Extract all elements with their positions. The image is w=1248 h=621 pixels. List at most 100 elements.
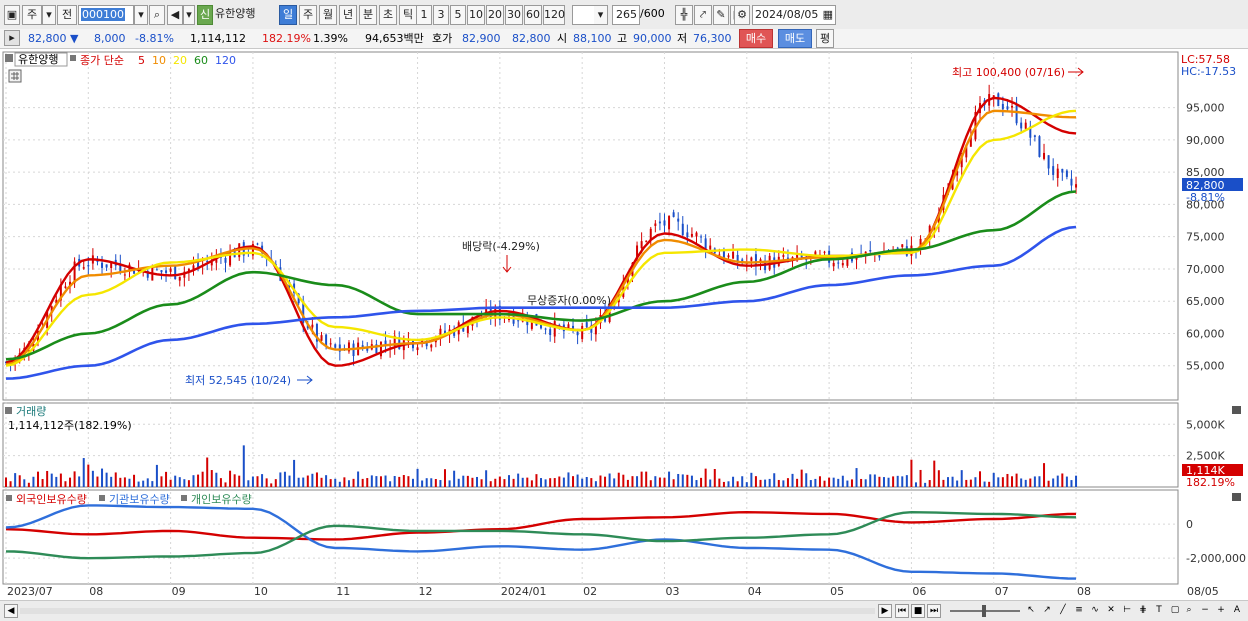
trend-icon[interactable]: ↗	[1040, 604, 1054, 618]
period-tab-1[interactable]: 주	[299, 5, 317, 25]
channel-icon[interactable]: ⋕	[1136, 604, 1150, 618]
volume-bar	[1029, 478, 1032, 487]
line-tool-icon[interactable]: ╱	[1056, 604, 1070, 618]
interval-tab-120[interactable]: 120	[543, 5, 565, 25]
scroll-track[interactable]	[20, 608, 875, 614]
volume-bar	[174, 475, 177, 487]
chart-menu-icon[interactable]: ▣	[4, 5, 20, 25]
candle-body	[677, 218, 680, 222]
volume-bar	[690, 475, 693, 487]
stop-icon[interactable]: ■	[911, 604, 925, 618]
volume-bar	[494, 478, 497, 487]
volume-bar	[78, 476, 81, 487]
volume-bar	[777, 479, 780, 487]
volume-close-icon[interactable]	[1232, 406, 1241, 414]
hc-label: HC:-17.53	[1181, 65, 1236, 78]
zoom-icon[interactable]: ⌕	[1182, 604, 1196, 618]
zoom-slider-thumb[interactable]	[982, 605, 986, 617]
code-dropdown-icon[interactable]: ▾	[134, 5, 148, 25]
volume-bar	[631, 476, 634, 487]
prev-button[interactable]: 전	[57, 5, 77, 25]
draw-icon[interactable]: ✎	[713, 5, 729, 25]
cross-icon[interactable]: ✕	[1104, 604, 1118, 618]
volume-bar	[695, 480, 698, 487]
indicator-icon[interactable]: ⤤	[694, 5, 712, 25]
interval-tab-20[interactable]: 20	[486, 5, 504, 25]
volume-bar	[206, 457, 209, 487]
period-tab-0[interactable]: 일	[279, 5, 297, 25]
wave-icon[interactable]: ∿	[1088, 604, 1102, 618]
volume-bar	[700, 477, 703, 487]
count-input[interactable]: 265	[612, 5, 640, 25]
volume-bar	[1011, 476, 1014, 487]
candle-type-icon[interactable]: ╬	[675, 5, 693, 25]
eval-button[interactable]: 평	[816, 29, 834, 48]
volume-bar	[55, 476, 58, 487]
market-select[interactable]: 주	[22, 5, 42, 25]
volume-bar	[508, 475, 511, 487]
interval-tab-3[interactable]: 3	[433, 5, 449, 25]
volume-handle-icon[interactable]	[5, 407, 12, 414]
settings-gear-icon[interactable]: ⚙	[734, 5, 750, 25]
zoom-out-icon[interactable]: −	[1198, 604, 1212, 618]
legend-handle-icon[interactable]	[5, 54, 13, 62]
calendar-icon[interactable]: ▦	[823, 6, 833, 24]
volume-bar	[416, 468, 419, 487]
volume-bar	[704, 468, 707, 487]
zoom-in-icon[interactable]: +	[1214, 604, 1228, 618]
speaker-icon[interactable]: ◀	[167, 5, 183, 25]
period-tab-4[interactable]: 분	[359, 5, 377, 25]
x-tick-label: 02	[583, 585, 597, 598]
volume-bar	[357, 471, 360, 487]
interval-dropdown-icon[interactable]: ▾	[594, 5, 608, 25]
legend-ma-120: 120	[215, 54, 236, 67]
volume-bar	[572, 476, 575, 487]
forward-icon[interactable]: ⏭	[927, 604, 941, 618]
rewind-icon[interactable]: ⏮	[895, 604, 909, 618]
candle-body	[174, 265, 177, 280]
volume-bar	[809, 480, 812, 487]
volume-bar	[96, 476, 99, 487]
period-tab-5[interactable]: 초	[379, 5, 397, 25]
scroll-left-icon[interactable]: ◀	[4, 604, 18, 618]
market-dropdown-icon[interactable]: ▾	[42, 5, 56, 25]
date-input[interactable]: 2024/08/05 ▦	[752, 5, 836, 25]
interval-tab-10[interactable]: 10	[467, 5, 485, 25]
search-icon[interactable]: ⌕	[149, 5, 165, 25]
interval-tab-30[interactable]: 30	[505, 5, 523, 25]
font-size-icon[interactable]: A	[1230, 604, 1244, 618]
holdings-close-icon[interactable]	[1232, 493, 1241, 501]
buy-button[interactable]: 매수	[739, 29, 773, 48]
chart-area[interactable]: 2,500K 5,000K 0 -2,000,000 55,000 60,000 65,…	[0, 50, 1248, 600]
candle-body	[896, 247, 899, 249]
interval-tab-1[interactable]: 1	[416, 5, 432, 25]
interval-tab-5[interactable]: 5	[450, 5, 466, 25]
volume-bar	[197, 474, 200, 487]
interval-tab-60[interactable]: 60	[524, 5, 542, 25]
volume-bar	[439, 480, 442, 487]
period-icon[interactable]: ⊢	[1120, 604, 1134, 618]
volume-bar	[590, 478, 593, 487]
period-tab-3[interactable]: 년	[339, 5, 357, 25]
fib-icon[interactable]: ≡	[1072, 604, 1086, 618]
quote-menu-icon[interactable]: ▸	[4, 30, 20, 46]
candle-body	[178, 276, 181, 281]
count-total: /600	[640, 7, 665, 20]
cursor-icon[interactable]: ↖	[1024, 604, 1038, 618]
sell-button[interactable]: 매도	[778, 29, 812, 48]
speaker-dropdown-icon[interactable]: ▾	[183, 5, 195, 25]
grid-toggle-icon[interactable]	[8, 69, 22, 83]
scroll-right-icon[interactable]: ▶	[878, 604, 892, 618]
code-input[interactable]: 000100	[78, 5, 134, 25]
volume-bar	[329, 479, 332, 487]
volume-bar	[1006, 473, 1009, 487]
period-tab-6[interactable]: 틱	[399, 5, 417, 25]
volume-bar	[480, 479, 483, 487]
holdings-legend-0: 외국인보유수량	[16, 493, 87, 506]
volume-bar	[517, 473, 520, 487]
volume-tag-pct: 182.19%	[1186, 476, 1235, 489]
text-tool-icon[interactable]: T	[1152, 604, 1166, 618]
period-tab-2[interactable]: 월	[319, 5, 337, 25]
shape-icon[interactable]: ▢	[1168, 604, 1182, 618]
legend-close-handle-icon[interactable]	[70, 55, 76, 61]
